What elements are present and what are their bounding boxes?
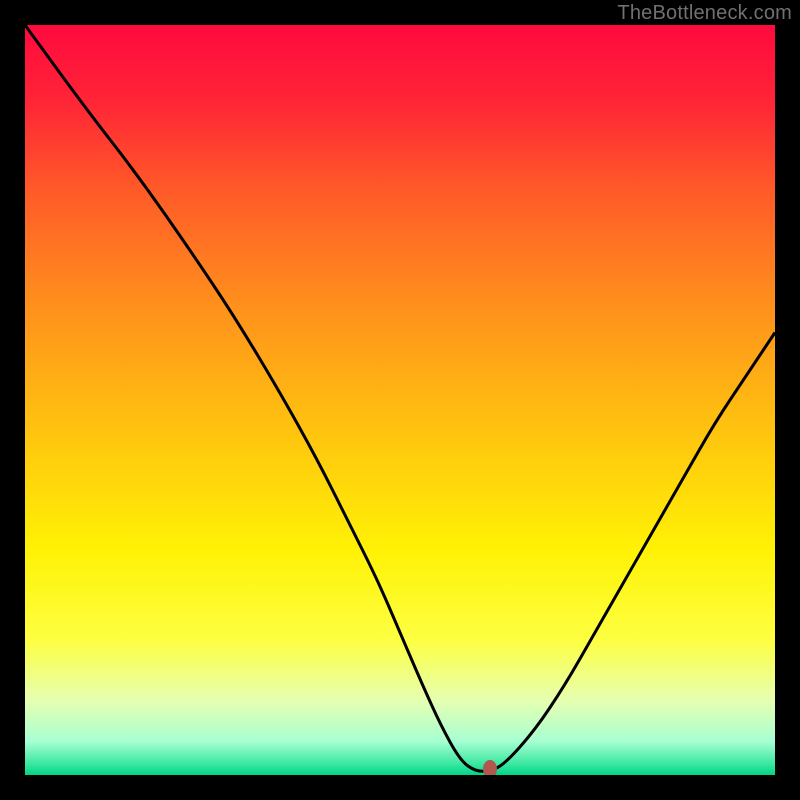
plot-area (25, 25, 775, 775)
chart-frame: TheBottleneck.com (0, 0, 800, 800)
chart-svg (25, 25, 775, 775)
watermark-text: TheBottleneck.com (617, 2, 792, 25)
gradient-background (25, 25, 775, 775)
